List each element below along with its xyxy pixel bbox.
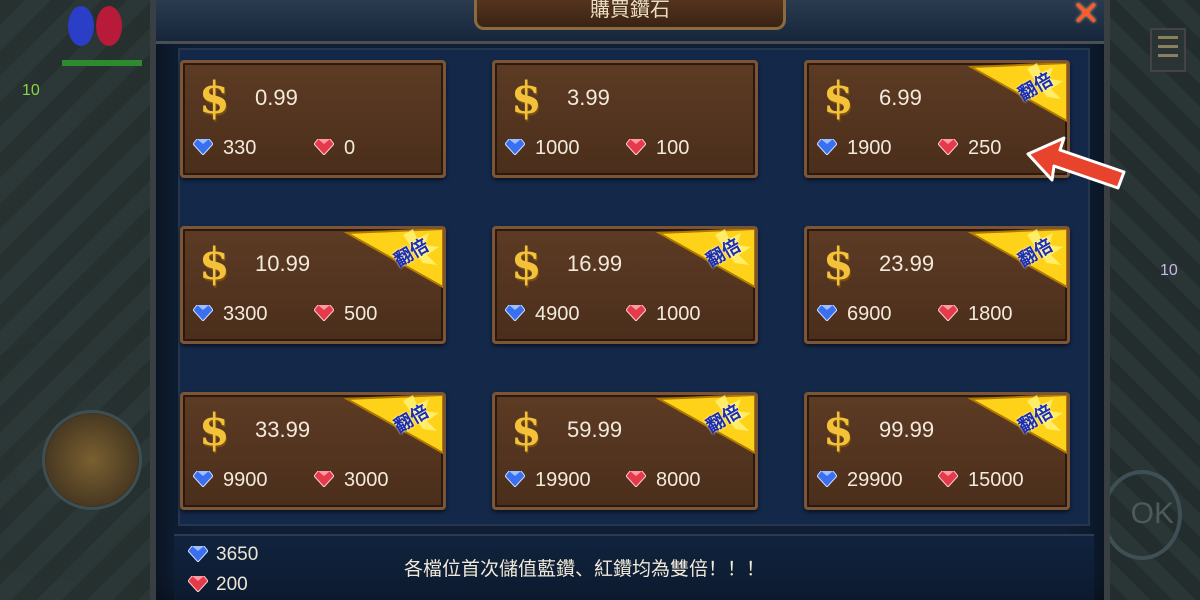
red-diamond-icon [938, 305, 958, 321]
close-button[interactable]: ✕ [1068, 0, 1104, 32]
dollar-icon: $ [199, 405, 230, 456]
blue-diamond-icon [187, 545, 209, 563]
dialog-title: 購買鑽石 [474, 0, 786, 30]
red-diamond-icon [187, 575, 209, 593]
blue-balance-value: 3650 [216, 544, 259, 565]
double-bonus-badge: 翻倍 [967, 395, 1067, 455]
red-diamond-amount: 0 [344, 137, 356, 159]
blue-diamond-icon [505, 139, 525, 155]
package-price: 33.99 [255, 417, 311, 442]
shop-footer: 3650 200 各檔位首次儲值藍鑽、紅鑽均為雙倍！！！ [174, 534, 1094, 600]
red-diamond-amount: 250 [968, 137, 1002, 159]
blue-diamond-icon [505, 305, 525, 321]
dollar-icon: $ [511, 405, 542, 456]
double-bonus-notice: 各檔位首次儲值藍鑽、紅鑽均為雙倍！！！ [404, 558, 766, 580]
blue-diamond-amount: 1000 [535, 137, 580, 159]
red-diamond-amount: 1800 [968, 303, 1013, 325]
double-bonus-badge: 翻倍 [343, 229, 443, 289]
package-card[interactable]: $99.99 29900 15000 翻倍 [804, 392, 1070, 510]
side-item-count: 10 [1160, 262, 1178, 279]
mana-orb [68, 6, 94, 46]
dollar-icon: $ [511, 239, 542, 290]
blue-diamond-icon [193, 305, 213, 321]
red-diamond-icon [938, 139, 958, 155]
package-grid: $0.99 330 0 $3.99 1000 100 $6.99 1900 250 翻倍 $10.9… [178, 48, 1090, 526]
red-diamond-amount: 500 [344, 303, 378, 325]
blue-diamond-amount: 6900 [847, 303, 892, 325]
red-diamond-icon [938, 471, 958, 487]
package-card[interactable]: $59.99 19900 8000 翻倍 [492, 392, 758, 510]
dollar-icon: $ [199, 239, 230, 290]
ok-button[interactable]: OK [1102, 470, 1182, 560]
package-price: 23.99 [879, 251, 935, 276]
blue-diamond-icon [193, 139, 213, 155]
blue-diamond-icon [817, 139, 837, 155]
double-bonus-badge: 翻倍 [655, 395, 755, 455]
red-diamond-icon [626, 471, 646, 487]
virtual-joystick[interactable] [42, 410, 142, 510]
red-diamond-icon [314, 139, 334, 155]
double-bonus-badge: 翻倍 [967, 63, 1067, 123]
red-diamond-balance: 200 [187, 574, 248, 596]
red-diamond-amount: 15000 [968, 469, 1024, 491]
dollar-icon: $ [823, 73, 854, 124]
double-bonus-badge: 翻倍 [343, 395, 443, 455]
highlight-arrow-icon [1026, 136, 1126, 190]
package-price: 59.99 [567, 417, 623, 442]
package-card[interactable]: $16.99 4900 1000 翻倍 [492, 226, 758, 344]
dollar-icon: $ [511, 73, 542, 124]
double-bonus-badge: 翻倍 [655, 229, 755, 289]
blue-diamond-amount: 3300 [223, 303, 268, 325]
blue-diamond-icon [817, 471, 837, 487]
blue-diamond-amount: 9900 [223, 469, 268, 491]
package-card[interactable]: $3.99 1000 100 [492, 60, 758, 178]
blue-diamond-icon [193, 471, 213, 487]
blue-diamond-amount: 29900 [847, 469, 903, 491]
package-price: 6.99 [879, 85, 922, 110]
blue-diamond-amount: 1900 [847, 137, 892, 159]
red-diamond-amount: 3000 [344, 469, 389, 491]
package-card[interactable]: $0.99 330 0 [180, 60, 446, 178]
red-balance-value: 200 [216, 574, 248, 595]
blue-diamond-icon [505, 471, 525, 487]
menu-icon[interactable] [1150, 28, 1186, 72]
dollar-icon: $ [823, 239, 854, 290]
red-diamond-icon [626, 305, 646, 321]
package-price: 0.99 [255, 85, 298, 110]
package-card[interactable]: $23.99 6900 1800 翻倍 [804, 226, 1070, 344]
red-diamond-amount: 100 [656, 137, 690, 159]
double-bonus-badge: 翻倍 [967, 229, 1067, 289]
blue-diamond-amount: 330 [223, 137, 257, 159]
hp-bar [62, 60, 142, 66]
package-card[interactable]: $10.99 3300 500 翻倍 [180, 226, 446, 344]
health-orb [96, 6, 122, 46]
dollar-icon: $ [199, 73, 230, 124]
red-diamond-icon [314, 471, 334, 487]
blue-diamond-amount: 4900 [535, 303, 580, 325]
red-diamond-icon [314, 305, 334, 321]
package-card[interactable]: $33.99 9900 3000 翻倍 [180, 392, 446, 510]
package-price: 99.99 [879, 417, 935, 442]
blue-diamond-icon [817, 305, 837, 321]
diamond-shop-dialog: 購買鑽石 ✕ $0.99 330 0 $3.99 1000 100 $6.99 1900 250… [150, 0, 1110, 600]
dollar-icon: $ [823, 405, 854, 456]
package-price: 16.99 [567, 251, 623, 276]
red-diamond-amount: 8000 [656, 469, 701, 491]
package-price: 3.99 [567, 85, 610, 110]
red-diamond-amount: 1000 [656, 303, 701, 325]
blue-diamond-amount: 19900 [535, 469, 591, 491]
package-price: 10.99 [255, 251, 311, 276]
level-value: 10 [22, 82, 40, 99]
red-diamond-icon [626, 139, 646, 155]
blue-diamond-balance: 3650 [187, 544, 259, 566]
